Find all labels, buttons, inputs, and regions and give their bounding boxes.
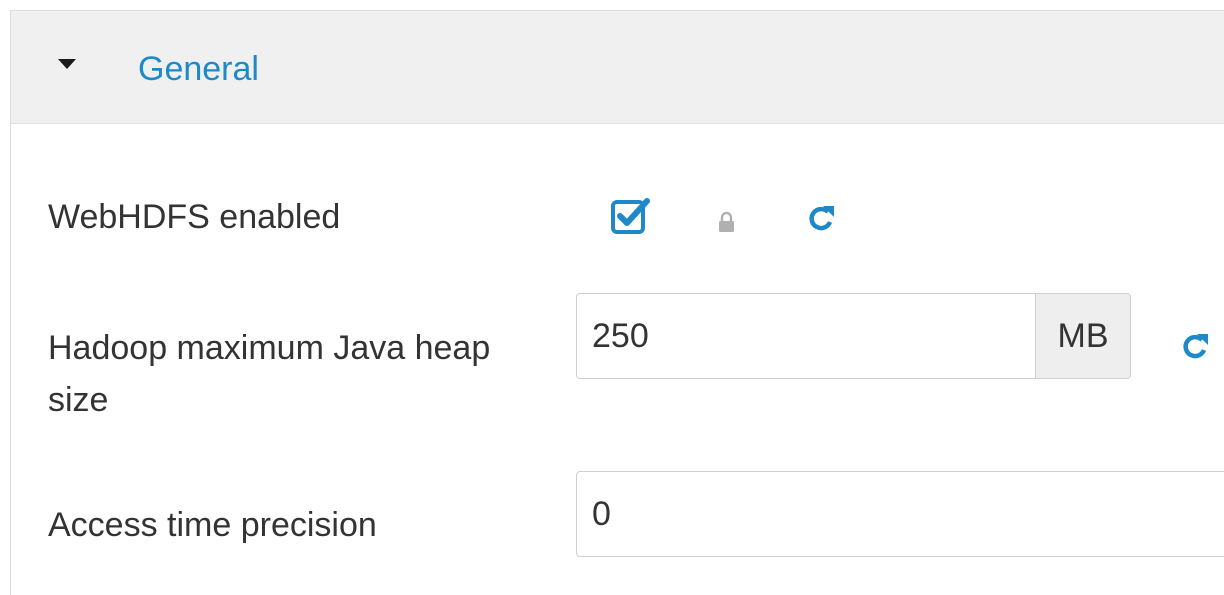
heap-size-input-group: MB: [576, 293, 1131, 379]
access-time-precision-input[interactable]: [576, 471, 1224, 557]
panel-title[interactable]: General: [138, 49, 259, 89]
access-time-precision-label: Access time precision: [48, 506, 377, 544]
webhdfs-enabled-label: WebHDFS enabled: [48, 198, 341, 236]
refresh-icon[interactable]: [1180, 331, 1210, 361]
heap-size-label: Hadoop maximum Java heap size: [48, 329, 491, 419]
checkbox-checked-icon[interactable]: [611, 197, 650, 236]
refresh-icon[interactable]: [806, 203, 836, 233]
lock-icon: [719, 211, 734, 232]
heap-size-input[interactable]: [576, 293, 1035, 379]
heap-size-unit: MB: [1035, 293, 1131, 379]
caret-down-icon[interactable]: [58, 59, 76, 69]
panel-header[interactable]: General: [11, 11, 1224, 124]
